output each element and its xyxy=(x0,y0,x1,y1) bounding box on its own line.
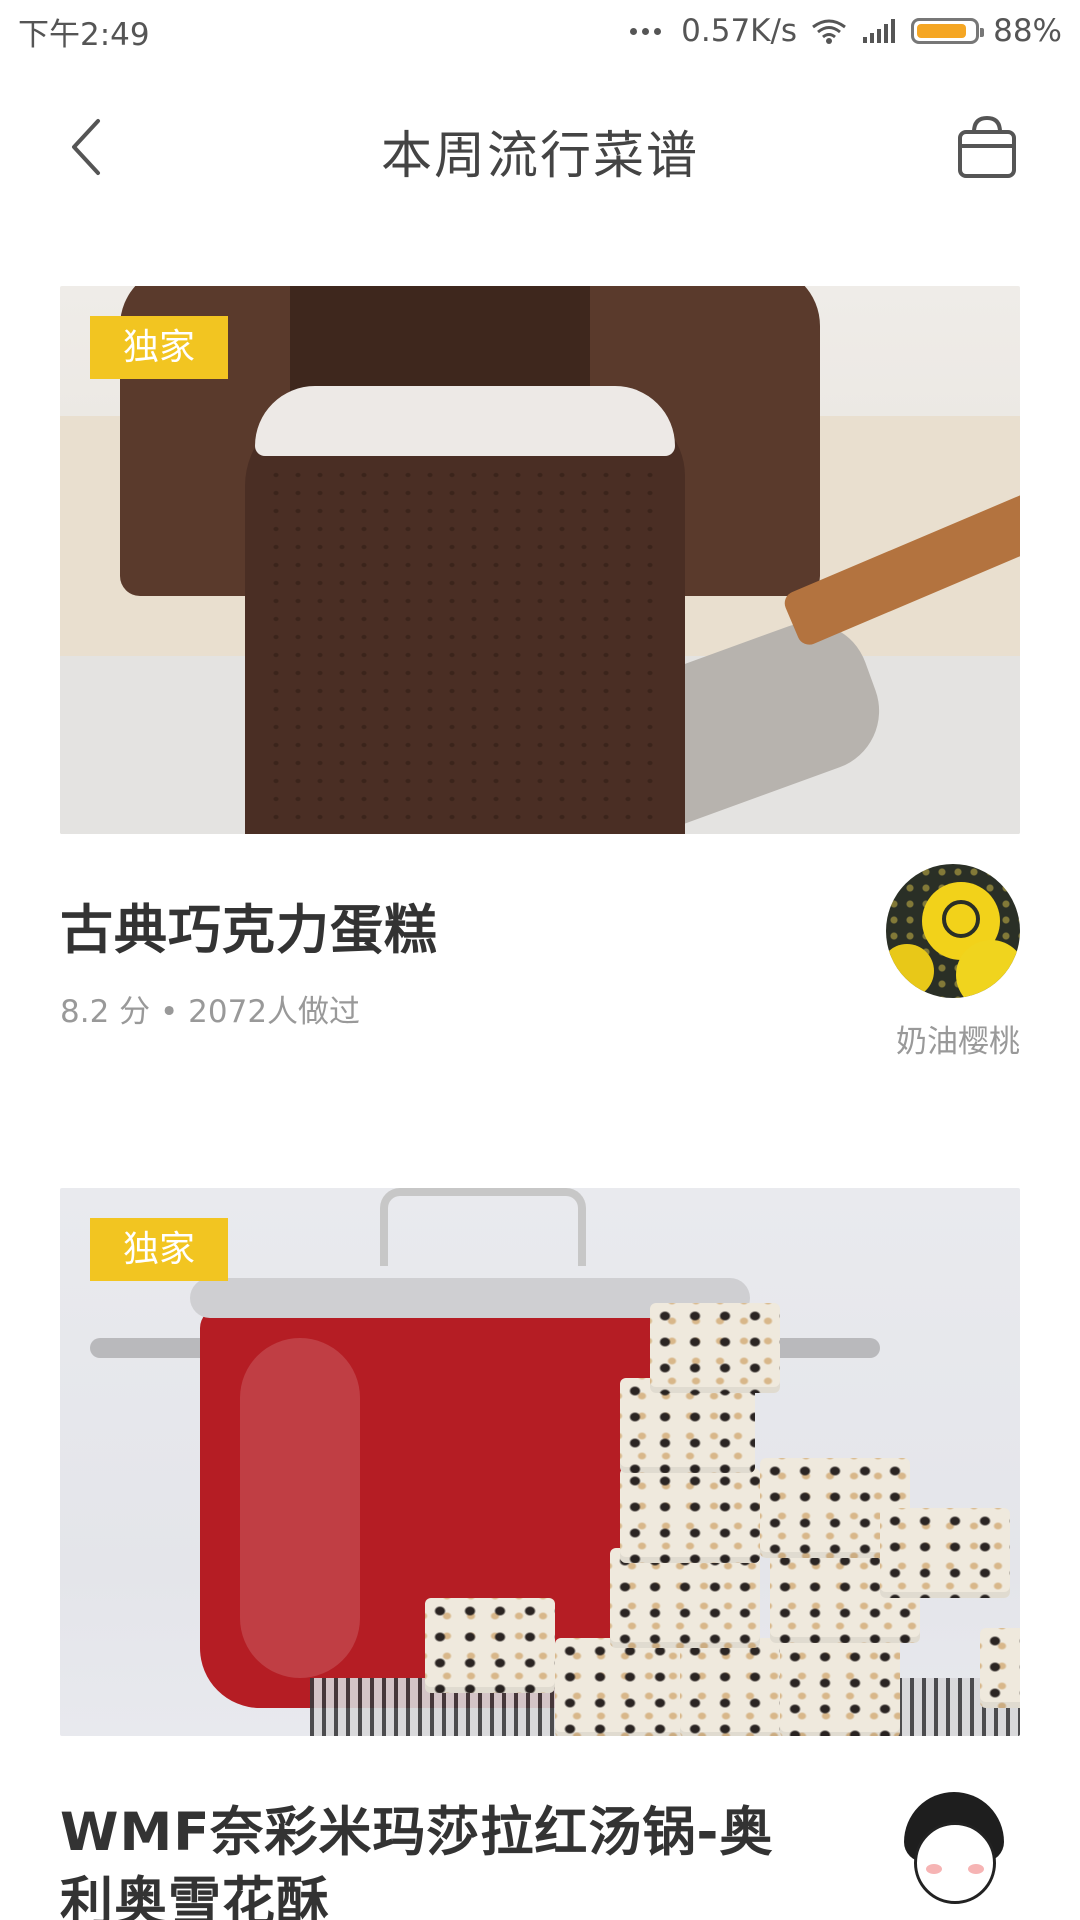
image-nougat-piece xyxy=(425,1598,555,1693)
top-navigation-bar: 本周流行菜谱 xyxy=(0,62,1080,232)
image-pot-shine xyxy=(240,1338,360,1678)
battery-icon xyxy=(911,18,985,44)
avatar-cheek xyxy=(968,1864,984,1874)
avatar-cheek xyxy=(926,1864,942,1874)
author-avatar[interactable] xyxy=(886,1774,1020,1908)
recipe-image[interactable]: 独家 xyxy=(60,1188,1020,1736)
author-avatar[interactable] xyxy=(886,864,1020,998)
battery-percent: 88% xyxy=(993,13,1062,49)
exclusive-badge: 独家 xyxy=(90,316,228,379)
more-dots-icon xyxy=(630,27,662,35)
status-indicators: 0.57K/s 88% xyxy=(630,13,1062,49)
network-speed: 0.57K/s xyxy=(681,13,798,49)
image-nougat-piece xyxy=(980,1628,1020,1708)
image-cake-sugar-top xyxy=(255,386,675,456)
image-nougat-piece xyxy=(880,1508,1010,1598)
recipe-card[interactable]: 独家 WMF奈彩米玛莎拉红汤锅-奥利奥雪花酥 xyxy=(60,1188,1020,1920)
recipe-title[interactable]: 古典巧克力蛋糕 xyxy=(60,896,820,966)
image-nougat-piece xyxy=(620,1468,760,1563)
signal-icon xyxy=(863,19,896,43)
avatar-logo-icon xyxy=(942,900,980,938)
recipe-meta: 8.2 分 • 2072人做过 xyxy=(60,994,361,1030)
image-pot-handle xyxy=(90,1338,210,1358)
author-name[interactable]: 奶油樱桃 xyxy=(896,1016,1020,1061)
image-nougat-piece xyxy=(610,1548,760,1648)
page-title: 本周流行菜谱 xyxy=(380,127,699,186)
wifi-icon xyxy=(812,19,846,44)
exclusive-badge: 独家 xyxy=(90,1218,228,1281)
status-time: 下午2:49 xyxy=(18,16,150,53)
image-cake-texture xyxy=(265,466,665,826)
avatar-face xyxy=(914,1822,996,1904)
image-pot-lid-handle xyxy=(380,1188,586,1266)
recipe-list-screen: 下午2:49 0.57K/s 88% 本周流行菜谱 独家 古典巧克力蛋糕 8.2… xyxy=(0,0,1080,1920)
recipe-card[interactable]: 独家 古典巧克力蛋糕 8.2 分 • 2072人做过 奶油樱桃 xyxy=(60,286,1020,1106)
recipe-image[interactable]: 独家 xyxy=(60,286,1020,834)
battery-level-fill xyxy=(917,24,967,38)
image-nougat-piece xyxy=(650,1303,780,1393)
shopping-bag-icon xyxy=(958,115,1016,178)
shopping-bag-button[interactable] xyxy=(952,112,1022,182)
status-bar: 下午2:49 0.57K/s 88% xyxy=(0,0,1080,62)
recipe-title[interactable]: WMF奈彩米玛莎拉红汤锅-奥利奥雪花酥 xyxy=(60,1798,780,1920)
image-nougat-piece xyxy=(555,1638,685,1736)
